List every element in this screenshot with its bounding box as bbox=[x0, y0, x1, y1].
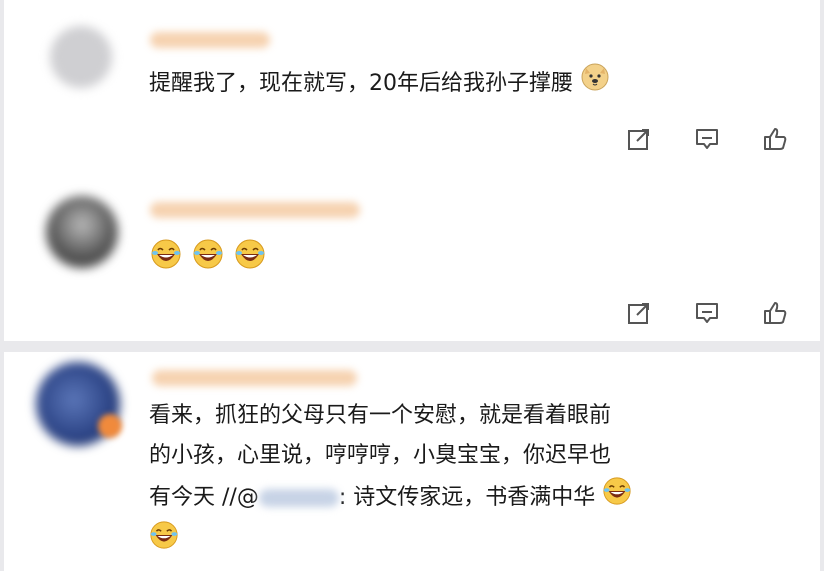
laugh-cry-emoji-icon bbox=[192, 238, 224, 274]
laugh-cry-emoji-icon bbox=[602, 476, 632, 520]
laugh-cry-emoji-icon bbox=[150, 238, 182, 274]
comment-text-line: 看来，抓狂的父母只有一个安慰，就是看着眼前 bbox=[149, 403, 612, 428]
comment-text: 看来，抓狂的父母只有一个安慰，就是看着眼前 的小孩，心里说，哼哼哼，小臭宝宝，你… bbox=[149, 396, 632, 564]
comment-text-prefix: 有今天 //@ bbox=[149, 485, 259, 510]
comment-actions bbox=[626, 126, 788, 152]
comment-text-line: 提醒我了，现在就写，20年后给我孙子撑腰 bbox=[149, 71, 573, 96]
emoji-row bbox=[150, 238, 266, 274]
username-blurred[interactable] bbox=[150, 32, 270, 48]
avatar[interactable] bbox=[46, 196, 118, 268]
verified-badge bbox=[98, 414, 122, 438]
comment-card-2 bbox=[4, 176, 820, 341]
comment-icon[interactable] bbox=[694, 300, 720, 326]
comment-icon[interactable] bbox=[694, 126, 720, 152]
laugh-cry-emoji-icon bbox=[234, 238, 266, 274]
mention-blurred[interactable] bbox=[258, 489, 339, 507]
laugh-cry-emoji-icon bbox=[149, 520, 179, 564]
comment-text-line: 的小孩，心里说，哼哼哼，小臭宝宝，你迟早也 bbox=[149, 443, 612, 468]
like-icon[interactable] bbox=[762, 126, 788, 152]
comment-text: 提醒我了，现在就写，20年后给我孙子撑腰 bbox=[149, 62, 610, 106]
comment-text-line bbox=[149, 520, 632, 564]
comment-actions bbox=[626, 300, 788, 326]
share-icon[interactable] bbox=[626, 300, 652, 326]
comment-card-1: 提醒我了，现在就写，20年后给我孙子撑腰 bbox=[4, 0, 820, 176]
doge-emoji-icon bbox=[580, 62, 610, 106]
comment-text-line: 有今天 //@ : 诗文传家远，书香满中华 bbox=[149, 476, 632, 520]
comment-text-suffix: : 诗文传家远，书香满中华 bbox=[338, 485, 596, 510]
username-blurred[interactable] bbox=[152, 370, 357, 386]
comment-card-3: 看来，抓狂的父母只有一个安慰，就是看着眼前 的小孩，心里说，哼哼哼，小臭宝宝，你… bbox=[4, 352, 820, 571]
username-blurred[interactable] bbox=[150, 202, 360, 218]
share-icon[interactable] bbox=[626, 126, 652, 152]
avatar[interactable] bbox=[50, 26, 112, 88]
like-icon[interactable] bbox=[762, 300, 788, 326]
